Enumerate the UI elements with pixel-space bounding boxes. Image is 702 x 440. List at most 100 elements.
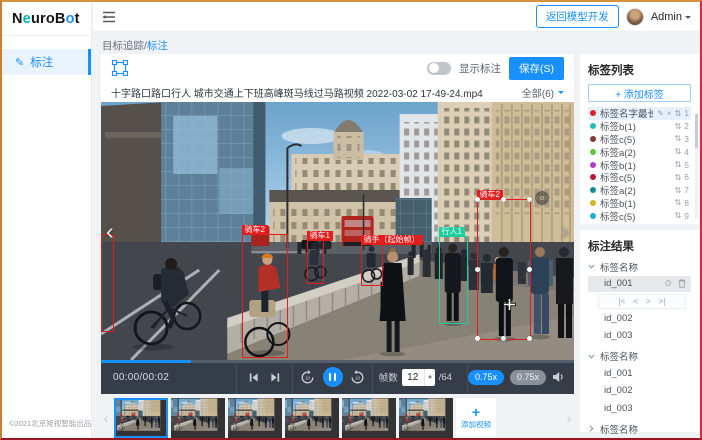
resize-handle[interactable] [475,267,480,272]
breadcrumb-parent[interactable]: 目标追踪 [102,40,144,52]
result-group-name: 标签名称 [600,422,638,436]
scrollbar[interactable] [695,114,698,218]
close-icon[interactable]: × [667,109,672,118]
bbox-tool-icon[interactable] [111,59,129,77]
sort-icon[interactable]: ⇅ [675,186,682,195]
annotation-workspace: 显示标注 保存(S) 十字路口路口行人 城市交通上下班高峰斑马线过马路视频 20… [101,54,574,394]
video-thumbnail-1[interactable] [114,398,168,438]
video-thumbnail-4[interactable] [285,398,339,438]
result-group-header[interactable]: 标签名称 [588,349,691,364]
result-id-row[interactable]: id_003 [588,328,691,344]
playback-section: 10 10 [292,360,371,394]
sort-icon[interactable]: ⇅ [675,198,682,207]
edit-icon[interactable]: ✎ [657,109,664,118]
bounding-box-cyclist2[interactable]: 骑车2 [242,234,288,358]
bounding-box-cyclist1[interactable]: 骑车1 [307,240,324,284]
resize-handle[interactable] [475,197,480,202]
page-last-button[interactable]: >| [659,297,666,306]
label-row[interactable]: 标签c(5) ⇅3 [588,133,691,146]
label-row[interactable]: 标签a(2) ⇅4 [588,145,691,158]
next-video-arrow[interactable]: › [561,220,569,243]
crosshair-cursor [503,298,516,311]
avatar[interactable] [626,8,644,26]
label-row[interactable]: 标签名字最长数... ✎×⇅1 [588,107,691,120]
sort-icon[interactable]: ⇅ [675,134,682,143]
show-annotation-toggle[interactable] [427,62,451,75]
sort-icon[interactable]: ⇅ [675,147,682,156]
label-order: 3 [684,134,689,144]
progress-bar[interactable] [101,360,574,363]
frame-value[interactable]: 12 [402,369,424,386]
result-id: id_001 [604,368,633,379]
bbox-label: 骑车2 [242,225,268,235]
bounding-box-selected[interactable]: 骑车2 [477,199,531,340]
user-menu[interactable]: Admin [651,11,691,23]
filter-dropdown[interactable]: 全部(6) [522,85,564,100]
sort-icon[interactable]: ⇅ [675,122,682,131]
sort-icon[interactable]: ⇅ [675,173,682,182]
bounding-box-rider-startframe[interactable]: 骑手（起始帧） [361,244,383,286]
prev-video-arrow[interactable]: ‹ [106,220,114,243]
sidebar-item-annotate[interactable]: ✎ 标注 [2,49,91,75]
result-id-row[interactable]: id_001 ⊙ [588,276,691,292]
menu-fold-icon[interactable] [102,11,116,23]
save-button[interactable]: 保存(S) [509,57,564,80]
label-row[interactable]: 标签c(5) ⇅6 [588,171,691,184]
result-id: id_001 [604,278,633,289]
result-id-row[interactable]: id_002 [588,311,691,327]
video-thumbnail-5[interactable] [342,398,396,438]
volume-icon[interactable] [552,371,564,383]
frame-input[interactable]: 12 [402,369,435,386]
sidebar: NeuroBot ✎ 标注 ©2021北京矩视智能出品 [2,2,92,438]
label-row[interactable]: 标签b(1) ⇅2 [588,120,691,133]
add-video-button[interactable]: + 添加视频 [456,398,496,438]
resize-handle[interactable] [527,336,532,341]
resize-handle[interactable] [527,267,532,272]
sort-icon[interactable]: ⇅ [675,211,682,220]
label-row[interactable]: 标签b(1) ⇅5 [588,158,691,171]
bounding-box-pedestrian1[interactable]: 行人1 [439,236,468,324]
sort-icon[interactable]: ⇅ [675,160,682,169]
video-canvas[interactable]: 骑车2 骑车1 骑手（起始帧） 行人1 骑车2 ‹ › [101,102,574,360]
page-prev-button[interactable]: < [633,297,638,306]
replay-10-icon[interactable]: 10 [300,370,315,385]
result-id: id_002 [604,313,633,324]
result-group-header[interactable]: 标签名称 [588,421,691,436]
annotation-results-panel: 标注结果 标签名称 id_001 ⊙ |< < > >| id_002 id_0… [580,230,699,432]
pencil-icon: ✎ [15,56,24,69]
page-next-button[interactable]: > [646,297,651,306]
add-label-button[interactable]: + 添加标签 [588,84,691,102]
chevron-down-icon [588,264,595,269]
resize-handle[interactable] [501,336,506,341]
video-thumbnail-6[interactable] [399,398,453,438]
back-to-model-dev-button[interactable]: 返回模型开发 [536,5,619,28]
strip-prev-arrow[interactable]: ‹ [101,410,111,426]
video-thumbnail-2[interactable] [171,398,225,438]
label-color-dot [590,200,596,206]
speed-pill[interactable]: 0.75x [510,370,546,385]
resize-handle[interactable] [475,336,480,341]
next-frame-icon[interactable] [270,372,281,383]
prev-frame-icon[interactable] [248,372,259,383]
locate-icon[interactable]: ⊙ [664,278,672,289]
result-id-row[interactable]: id_001 [588,366,691,382]
label-row[interactable]: 标签c(5) ⇅9 [588,209,691,222]
label-color-dot [590,110,596,116]
forward-10-icon[interactable]: 10 [350,370,365,385]
page-first-button[interactable]: |< [619,297,626,306]
label-row[interactable]: 标签a(2) ⇅7 [588,184,691,197]
result-group-header[interactable]: 标签名称 [588,259,691,274]
result-id-row[interactable]: id_003 [588,401,691,417]
strip-next-arrow[interactable]: › [564,410,574,426]
resize-handle[interactable] [501,197,506,202]
pause-button[interactable] [323,367,343,387]
trash-icon[interactable] [678,279,686,288]
step-down-icon[interactable] [428,377,432,381]
label-row[interactable]: 标签b(1) ⇅8 [588,197,691,210]
result-id-row[interactable]: id_002 [588,383,691,399]
bounding-box-partial[interactable] [101,234,114,332]
sort-icon[interactable]: ⇅ [675,109,682,118]
speed-pill-active[interactable]: 0.75x [468,370,504,385]
resize-handle[interactable] [527,197,532,202]
video-thumbnail-3[interactable] [228,398,282,438]
